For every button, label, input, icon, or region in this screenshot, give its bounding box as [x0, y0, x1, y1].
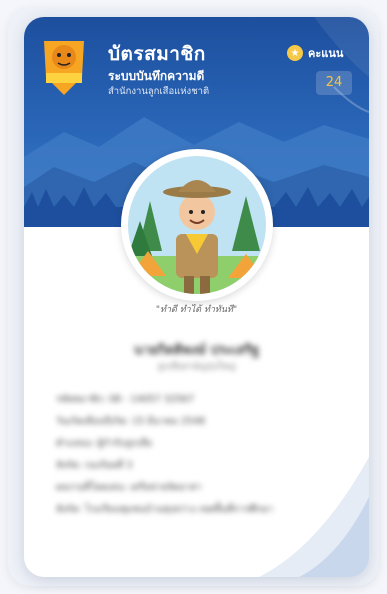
detail-row: วันเกิดเดือนปีเกิด: 15 มีนาคม 2548: [56, 416, 206, 427]
points-label: คะแนน: [308, 47, 344, 60]
star-icon: ★: [287, 45, 303, 61]
tiger-scout-logo: [44, 41, 84, 95]
organization-name: สำนักงานลูกเสือแห่งชาติ: [108, 86, 210, 97]
corner-decoration: [259, 457, 369, 577]
card-title: บัตรสมาชิก: [108, 43, 206, 65]
points-header: ★ คะแนน: [287, 44, 343, 62]
detail-row: รหัสสมาชิก: 08 - 14057 32567: [56, 394, 194, 405]
member-name: นายกิตติพงษ์ ประเสริฐ: [133, 343, 260, 358]
motto: "ทำดี ทำได้ ทำทันที": [155, 305, 238, 315]
member-role: ลูกเสือสามัญรุ่นใหญ่: [157, 362, 236, 372]
scout-avatar-illustration: [128, 156, 266, 294]
avatar: [121, 149, 273, 301]
member-card: บัตรสมาชิก ระบบบันทึกความดี สำนักงานลูกเ…: [24, 17, 369, 577]
points-value: 24: [316, 71, 352, 95]
